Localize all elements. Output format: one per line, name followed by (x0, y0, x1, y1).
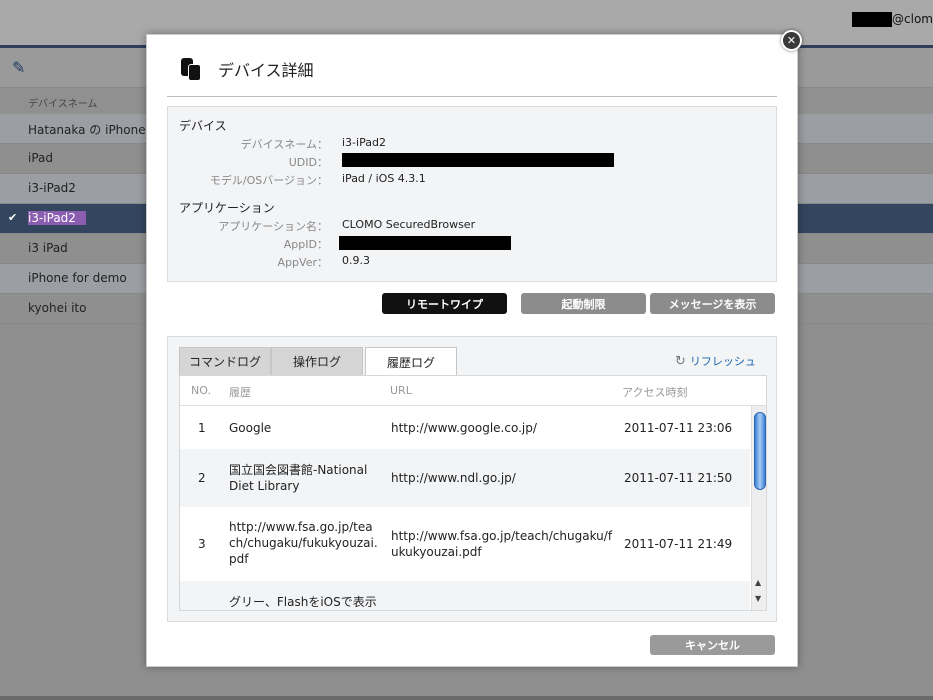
device-name-value: i3-iPad2 (342, 136, 386, 149)
redacted-username (852, 11, 893, 27)
tab-history-log[interactable]: 履歴ログ (365, 347, 457, 376)
app-id-label: AppID： (283, 238, 328, 251)
column-no: NO. (191, 384, 211, 397)
refresh-label: リフレッシュ (689, 355, 756, 368)
checkmark-icon: ✔ (8, 211, 18, 224)
table-scrollbar[interactable]: ▲ ▼ (751, 406, 766, 610)
row-title: グリー、FlashをiOSで表示 (229, 595, 377, 609)
app-name-label: アプリケーション名： (218, 220, 328, 233)
history-table: NO. 履歴 URL アクセス時刻 1 Google http://www.go… (179, 375, 767, 611)
close-icon[interactable]: ✕ (781, 30, 802, 51)
row-no: 3 (198, 537, 206, 551)
table-row[interactable]: 3 http://www.fsa.go.jp/teach/chugaku/fuk… (180, 507, 750, 581)
device-name: i3-iPad2 (28, 181, 76, 195)
pencil-icon[interactable]: ✎ (12, 58, 25, 77)
table-row[interactable]: 2 国立国会図書館-National Diet Library http://w… (180, 449, 750, 507)
tab-operation-log[interactable]: 操作ログ (271, 347, 363, 375)
device-name: iPhone for demo (28, 271, 127, 285)
devices-icon (181, 58, 203, 82)
device-section-title: デバイス (179, 119, 227, 133)
log-panel: コマンドログ 操作ログ 履歴ログ ↻ リフレッシュ NO. 履歴 URL アクセ… (167, 336, 777, 622)
device-name: kyohei ito (28, 301, 87, 315)
scroll-down-arrow-icon[interactable]: ▼ (755, 594, 761, 603)
row-title: 国立国会図書館-National Diet Library (229, 463, 368, 493)
tab-command-log[interactable]: コマンドログ (179, 347, 271, 375)
app-name-value: CLOMO SecuredBrowser (342, 218, 476, 231)
device-name-label: デバイスネーム： (240, 138, 328, 151)
device-info-panel: デバイス デバイスネーム： i3-iPad2 UDID： モデル/OSバージョン… (167, 106, 777, 282)
table-row[interactable]: グリー、FlashをiOSで表示 (180, 581, 750, 610)
udid-label: UDID： (288, 156, 328, 169)
device-name: iPad (28, 151, 54, 165)
modal-title: デバイス詳細 (218, 61, 314, 80)
row-url: http://www.ndl.go.jp/ (391, 471, 516, 485)
user-account[interactable]: @clom (852, 11, 933, 27)
app-ver-label: AppVer： (277, 256, 328, 269)
launch-restrict-button[interactable]: 起動制限 (521, 293, 646, 314)
column-access-time: アクセス時刻 (622, 386, 688, 399)
modal-header: デバイス詳細 (167, 55, 777, 97)
app-ver-value: 0.9.3 (342, 254, 370, 267)
model-os-label: モデル/OSバージョン： (209, 174, 328, 187)
row-no: 1 (198, 421, 206, 435)
cancel-button[interactable]: キャンセル (650, 635, 775, 655)
table-row[interactable]: 1 Google http://www.google.co.jp/ 2011-0… (180, 407, 750, 449)
refresh-link[interactable]: ↻ リフレッシュ (675, 353, 756, 369)
scroll-up-arrow-icon[interactable]: ▲ (755, 578, 761, 587)
row-time: 2011-07-11 21:49 (624, 537, 733, 551)
scrollbar-thumb[interactable] (754, 412, 766, 490)
model-os-value: iPad / iOS 4.3.1 (342, 172, 426, 185)
refresh-icon: ↻ (675, 353, 686, 369)
row-time: 2011-07-11 21:50 (624, 471, 733, 485)
udid-redacted (342, 153, 614, 167)
user-email-suffix: @clom (892, 12, 933, 26)
device-detail-modal: デバイス詳細 デバイス デバイスネーム： i3-iPad2 UDID： モデル/… (146, 34, 798, 667)
device-name: i3-iPad2 (28, 211, 86, 225)
row-no: 2 (198, 471, 206, 485)
row-url: http://www.fsa.go.jp/teach/chugaku/fukuk… (391, 529, 613, 559)
column-history: 履歴 (229, 386, 251, 399)
app-bottom-edge (0, 696, 933, 700)
device-list-column-name: デバイスネーム (28, 99, 98, 110)
device-name: Hatanaka の iPhone4 (28, 123, 154, 137)
row-url: http://www.google.co.jp/ (391, 421, 537, 435)
app-section-title: アプリケーション (179, 201, 275, 215)
column-url: URL (390, 384, 412, 397)
device-name: i3 iPad (28, 241, 68, 255)
row-time: 2011-07-11 23:06 (624, 421, 733, 435)
row-title: http://www.fsa.go.jp/teach/chugaku/fukuk… (229, 520, 378, 566)
row-title: Google (229, 421, 272, 435)
show-message-button[interactable]: メッセージを表示 (650, 293, 775, 314)
table-header: NO. 履歴 URL アクセス時刻 (180, 376, 766, 406)
app-id-redacted (339, 236, 511, 250)
remote-wipe-button[interactable]: リモートワイプ (382, 293, 507, 314)
